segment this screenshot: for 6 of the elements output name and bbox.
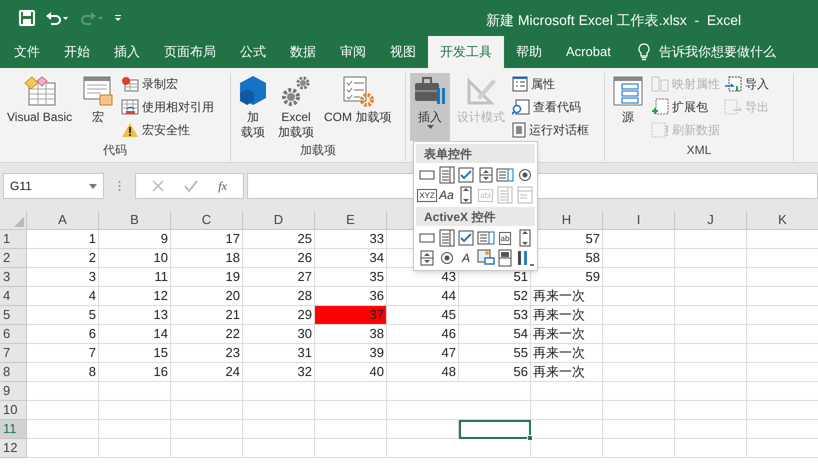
window-title: 新建 Microsoft Excel 工作表.xlsx - Excel [486, 11, 742, 30]
group-label: XML [686, 142, 712, 159]
menu-section-header: ActiveX 控件 [416, 207, 535, 226]
menu-section-header: 表单控件 [416, 144, 535, 163]
group-label: 加载项 [300, 142, 336, 159]
group-label: 代码 [103, 142, 127, 159]
